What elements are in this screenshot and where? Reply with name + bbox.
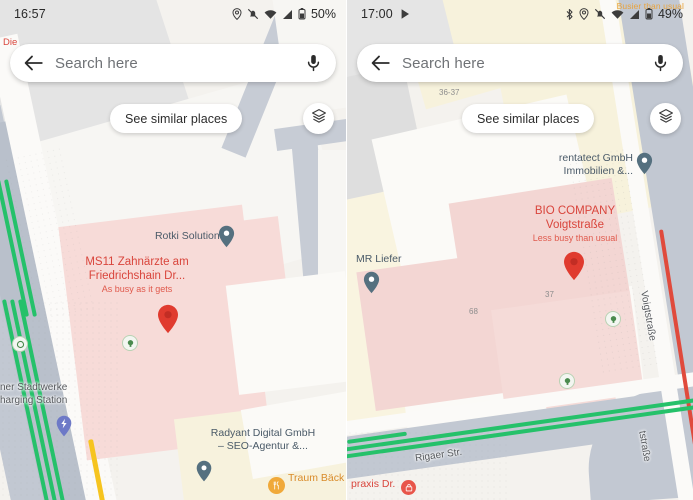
map-amenity-icon[interactable]	[605, 311, 621, 327]
poi-label-mr-liefer[interactable]: MR Liefer	[356, 253, 402, 266]
microphone-icon[interactable]	[654, 54, 667, 72]
poi-name-2: Friedrichshain Dr...	[88, 270, 186, 282]
map-marker-blue[interactable]	[636, 152, 653, 180]
map-panel-left: 16:57 50% Die Search here See similar pl…	[0, 0, 346, 500]
back-arrow-icon[interactable]	[371, 55, 390, 71]
poi-label-rotki-solutions[interactable]: Rotki Solutions	[130, 230, 225, 243]
screenshot-stage: 16:57 50% Die Search here See similar pl…	[0, 0, 693, 500]
poi-busy-status: As busy as it gets	[101, 284, 173, 294]
search-bar-right[interactable]: Search here	[357, 44, 683, 82]
shop-icon[interactable]	[401, 480, 416, 495]
map-marker-selected-left[interactable]	[157, 304, 179, 339]
clipped-map-label: Die	[3, 37, 18, 48]
poi-label-rentatect-gmbh[interactable]: rentatect GmbH Immobilien &...	[495, 152, 633, 178]
map-marker-blue[interactable]	[196, 460, 212, 487]
building-number: 68	[469, 307, 478, 316]
poi-name-2: harging Station	[0, 395, 68, 406]
poi-name: Radyant Digital GmbH	[210, 427, 316, 439]
back-arrow-icon[interactable]	[24, 55, 43, 71]
search-input[interactable]: Search here	[402, 55, 642, 72]
poi-label-charging-station[interactable]: ner Stadtwerke harging Station	[0, 381, 67, 407]
search-input[interactable]: Search here	[55, 55, 295, 72]
map-canvas-left[interactable]: 16:57 50% Die Search here See similar pl…	[0, 0, 346, 500]
restaurant-icon[interactable]	[268, 477, 285, 494]
poi-label-traum-baeckerei[interactable]: Traum Bäck	[288, 472, 344, 485]
poi-name: rentatect GmbH	[558, 152, 633, 164]
map-amenity-icon[interactable]	[559, 373, 575, 389]
layers-icon	[311, 108, 327, 129]
layers-icon	[658, 108, 674, 129]
poi-name: praxis Dr.	[351, 478, 396, 490]
poi-name: Rotki Solutions	[154, 230, 225, 242]
map-block	[225, 271, 346, 395]
map-canvas-right[interactable]: Busier than usual 17:00 49% Search here …	[347, 0, 693, 500]
map-amenity-icon[interactable]	[12, 336, 28, 352]
map-panel-right: Busier than usual 17:00 49% Search here …	[347, 0, 693, 500]
poi-name-2: Immobilien &...	[563, 165, 633, 177]
poi-busy-status: Less busy than usual	[532, 233, 618, 243]
microphone-icon[interactable]	[307, 54, 320, 72]
see-similar-places-button-left[interactable]: See similar places	[110, 104, 243, 133]
layers-button-right[interactable]	[650, 103, 681, 134]
poi-name: MR Liefer	[356, 253, 402, 265]
map-marker-blue[interactable]	[363, 271, 380, 299]
poi-name-2: Voigtstraße	[545, 219, 605, 231]
poi-name: ner Stadtwerke	[0, 382, 68, 393]
see-similar-places-button-right[interactable]: See similar places	[462, 104, 595, 133]
poi-name-2: – SEO-Agentur &...	[218, 440, 308, 452]
map-amenity-icon[interactable]	[122, 335, 138, 351]
poi-name: Traum Bäck	[288, 472, 345, 484]
poi-label-radyant-digital[interactable]: Radyant Digital GmbH – SEO-Agentur &...	[183, 427, 343, 453]
poi-name: BIO COMPANY	[534, 205, 616, 217]
poi-label-ms11-zahnaerzte[interactable]: MS11 Zahnärzte am Friedrichshain Dr... A…	[62, 255, 212, 295]
layers-button-left[interactable]	[303, 103, 334, 134]
map-marker-charging[interactable]	[56, 415, 72, 442]
poi-label-praxis-dr[interactable]: praxis Dr.	[351, 478, 395, 491]
map-marker-blue[interactable]	[218, 225, 235, 253]
building-number: 36-37	[439, 88, 460, 97]
building-number: 37	[545, 290, 554, 299]
map-marker-selected-right[interactable]	[563, 251, 585, 286]
search-bar-left[interactable]: Search here	[10, 44, 336, 82]
poi-label-bio-company[interactable]: BIO COMPANY Voigtstraße Less busy than u…	[495, 204, 655, 244]
busier-than-usual-label: Busier than usual	[616, 1, 684, 11]
poi-name: MS11 Zahnärzte am	[85, 256, 189, 268]
